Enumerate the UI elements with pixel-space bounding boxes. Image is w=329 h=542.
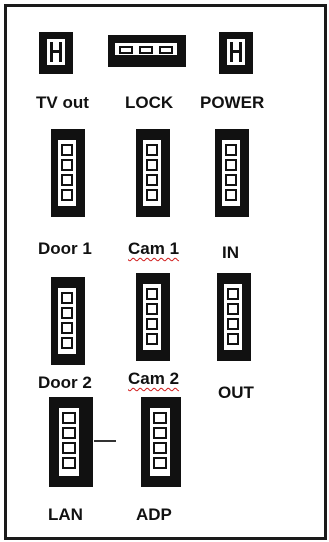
lock-connector-icon [107,34,187,68]
tv-out-label: TV out [36,93,89,112]
adp-label: ADP [136,505,172,524]
door2-label: Door 2 [38,373,92,392]
out-connector-icon [216,272,252,362]
cam2-label: Cam 2 [128,369,180,388]
lan-connector-icon [48,396,94,488]
power-label: POWER [200,93,265,112]
tv-out-connector-icon [38,31,74,75]
cam1-label: Cam 1 [128,239,180,258]
lan-label: LAN [48,505,83,524]
lan-adp-wire [94,440,116,442]
power-connector-icon [218,31,254,75]
door1-connector-icon [50,128,86,218]
cam2-connector-icon [135,272,171,362]
out-label: OUT [218,383,254,402]
in-label: IN [222,243,239,262]
door2-connector-icon [50,276,86,366]
adp-connector-icon [140,396,182,488]
cam1-connector-icon [135,128,171,218]
lock-label: LOCK [125,93,174,112]
in-connector-icon [214,128,250,218]
door1-label: Door 1 [38,239,92,258]
